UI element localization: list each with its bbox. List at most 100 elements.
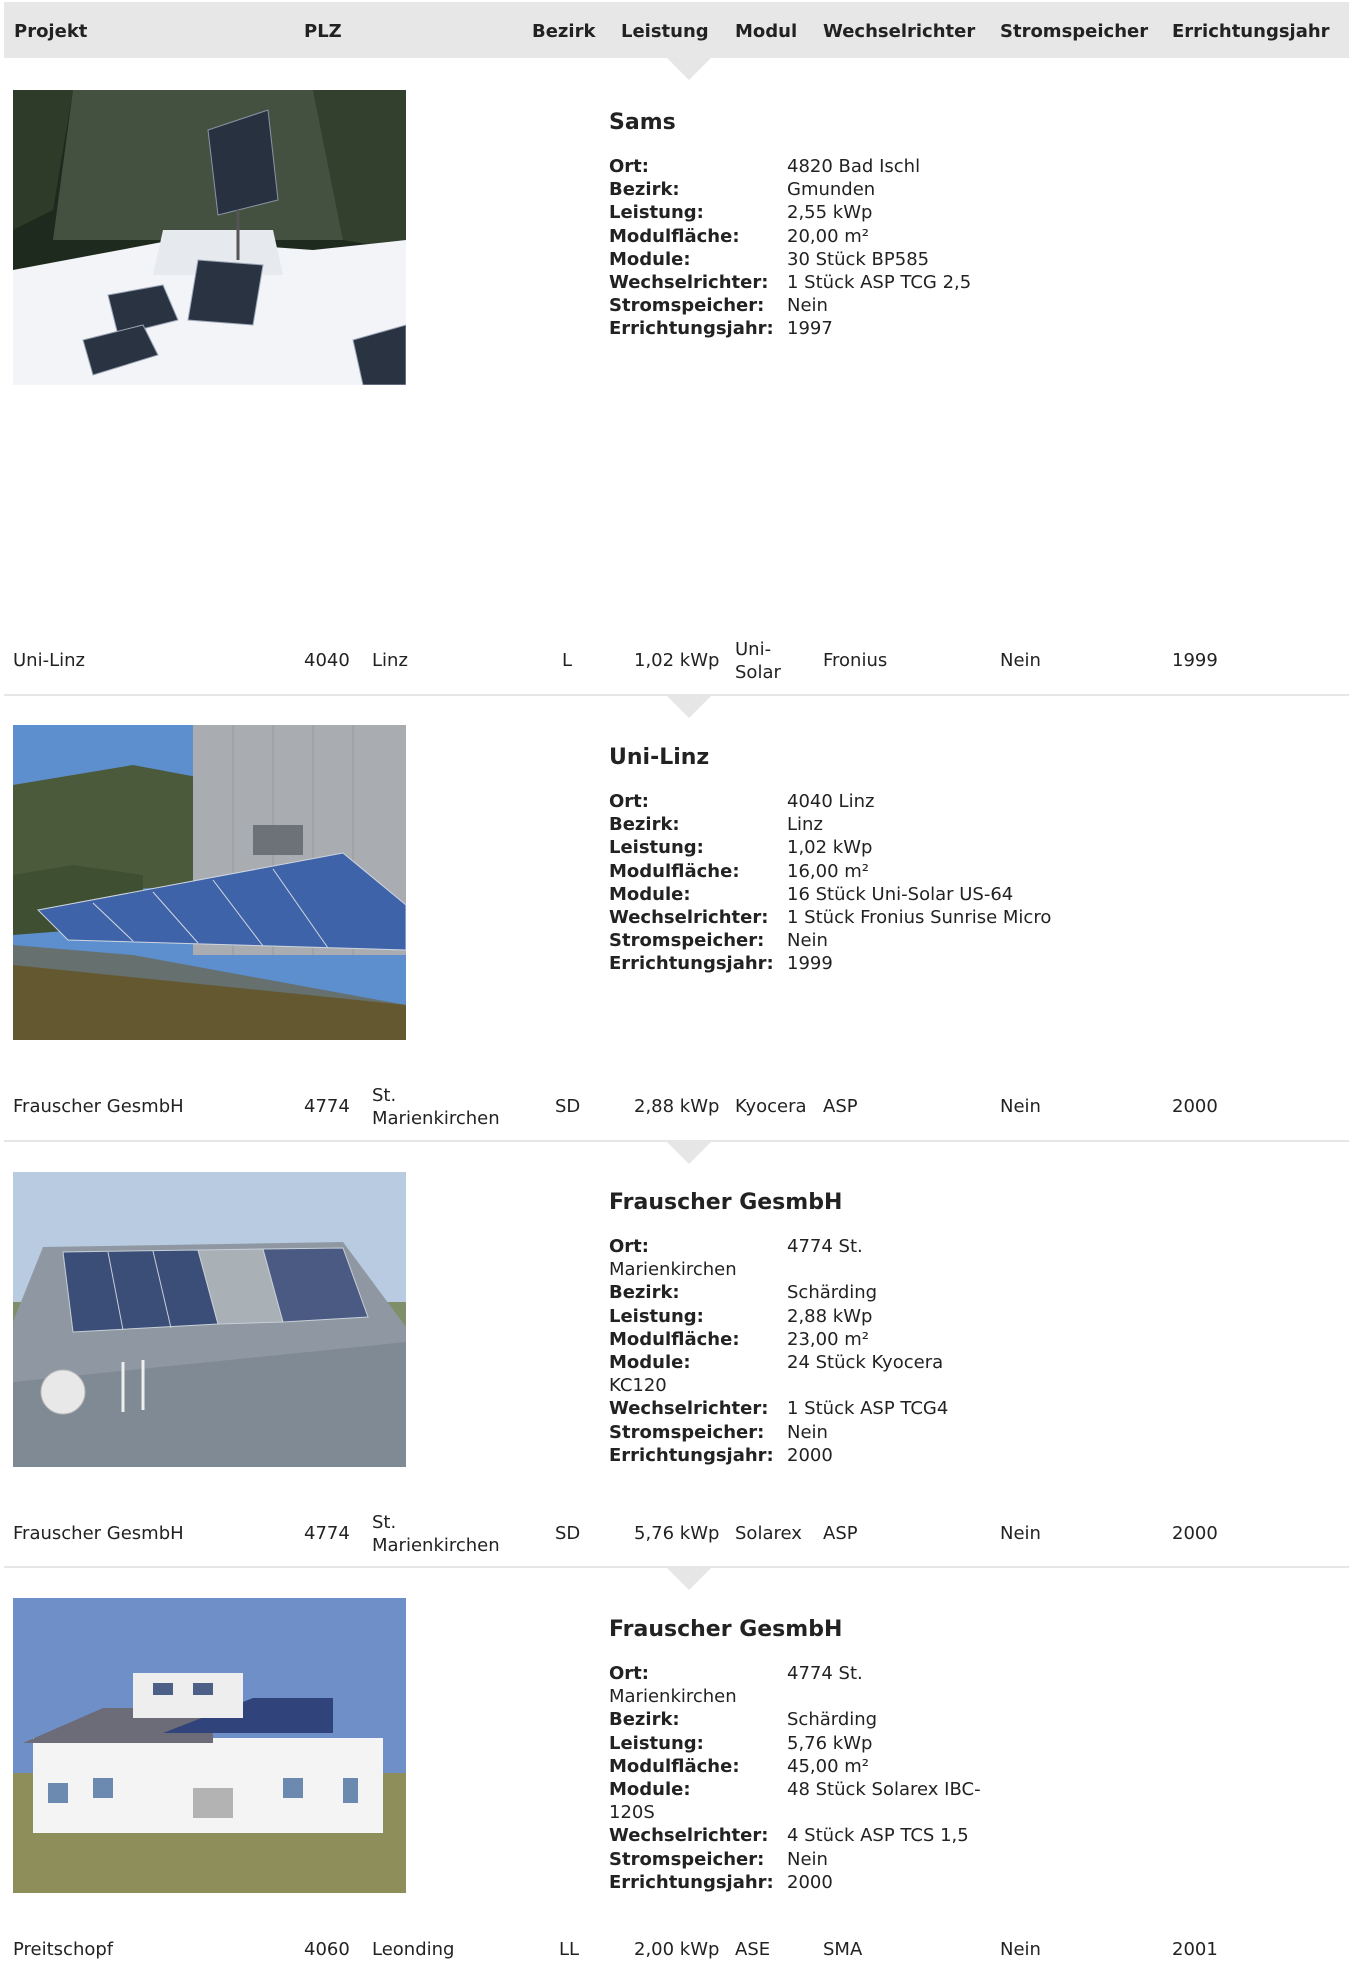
label-leistung: Leistung: (609, 837, 704, 859)
detail-wechselrichter: 4 Stück ASP TCS 1,5 (787, 1825, 969, 1847)
cell-plz: 4060 (304, 1939, 350, 1960)
detail-ort: Linz (838, 791, 875, 812)
label-errichtungsjahr: Errichtungsjahr: (609, 318, 774, 340)
project-photo (13, 1172, 406, 1467)
detail-plz: 4040 (787, 791, 833, 812)
detail-module: 16 Stück Uni-Solar US-64 (787, 883, 1014, 905)
cell-modul: ASE (735, 1939, 771, 1960)
project-photo (13, 90, 406, 385)
cell-wechselrichter: ASP (823, 1523, 858, 1544)
label-ort: Ort: (609, 1663, 649, 1684)
cell-modul: Uni-Solar (735, 639, 781, 683)
detail-bezirk: Linz (787, 814, 823, 836)
detail-leistung: 2,88 kWp (787, 1305, 873, 1327)
cell-leistung: 2,00 kWp (634, 1939, 720, 1960)
detail-modulflaeche: 16,00 m² (787, 860, 870, 882)
column-header-bezirk[interactable]: Bezirk (532, 21, 595, 42)
detail-leistung: 2,55 kWp (787, 202, 873, 224)
cell-stromspeicher: Nein (1000, 1939, 1041, 1960)
label-stromspeicher: Stromspeicher: (609, 930, 765, 952)
label-wechselrichter: Wechselrichter: (609, 1398, 769, 1420)
label-module: Module: (609, 1352, 691, 1374)
detail-stromspeicher: Nein (787, 930, 828, 952)
detail-leistung: 1,02 kWp (787, 837, 873, 859)
table-row[interactable]: Frauscher GesmbH 4774 St. Marienkirchen … (4, 1510, 1349, 1566)
column-header-errichtungsjahr[interactable]: Errichtungsjahr (1172, 21, 1330, 42)
cell-wechselrichter: ASP (823, 1096, 858, 1117)
cell-projekt: Frauscher GesmbH (13, 1523, 184, 1544)
expand-pointer-icon (667, 696, 711, 718)
cell-modul: Kyocera (735, 1096, 807, 1117)
label-modulflaeche: Modulfläche: (609, 860, 740, 882)
table-row[interactable]: Frauscher GesmbH 4774 St. Marienkirchen … (4, 1083, 1349, 1139)
project-detail: Frauscher GesmbH Ort: 4774 St. Marienkirc… (609, 1617, 1059, 1894)
detail-plz: 4820 (787, 156, 833, 177)
column-header-modul[interactable]: Modul (735, 21, 797, 42)
cell-errichtungsjahr: 2000 (1172, 1096, 1218, 1117)
cell-errichtungsjahr: 1999 (1172, 650, 1218, 671)
detail-stromspeicher: Nein (787, 295, 828, 317)
cell-leistung: 1,02 kWp (634, 650, 720, 671)
label-bezirk: Bezirk: (609, 1709, 680, 1731)
cell-ort: Leonding (372, 1939, 455, 1960)
label-wechselrichter: Wechselrichter: (609, 1825, 769, 1847)
column-header-plz[interactable]: PLZ (304, 21, 342, 42)
detail-plz: 4774 (787, 1236, 833, 1257)
column-header-wechselrichter[interactable]: Wechselrichter (823, 21, 975, 42)
cell-projekt: Frauscher GesmbH (13, 1096, 184, 1117)
cell-stromspeicher: Nein (1000, 1523, 1041, 1544)
detail-stromspeicher: Nein (787, 1421, 828, 1443)
detail-stromspeicher: Nein (787, 1848, 828, 1870)
cell-stromspeicher: Nein (1000, 650, 1041, 671)
detail-errichtungsjahr: 2000 (787, 1871, 833, 1893)
label-bezirk: Bezirk: (609, 179, 680, 201)
cell-ort: Linz (372, 650, 408, 671)
cell-errichtungsjahr: 2001 (1172, 1939, 1218, 1960)
label-modulflaeche: Modulfläche: (609, 1328, 740, 1350)
cell-ort: St. Marienkirchen (372, 1512, 500, 1556)
label-stromspeicher: Stromspeicher: (609, 295, 765, 317)
table-row[interactable]: Preitschopf 4060 Leonding LL 2,00 kWp AS… (4, 1932, 1349, 1963)
label-errichtungsjahr: Errichtungsjahr: (609, 1444, 774, 1466)
label-modulflaeche: Modulfläche: (609, 1755, 740, 1777)
detail-title: Sams (609, 110, 676, 135)
cell-bezirk: LL (559, 1939, 580, 1960)
cell-plz: 4040 (304, 650, 350, 671)
detail-bezirk: Gmunden (787, 179, 876, 201)
label-stromspeicher: Stromspeicher: (609, 1848, 765, 1870)
detail-modulflaeche: 45,00 m² (787, 1755, 870, 1777)
project-photo (13, 725, 406, 1040)
detail-bezirk: Schärding (787, 1709, 878, 1731)
column-header-projekt[interactable]: Projekt (14, 21, 87, 42)
project-detail: Uni-Linz Ort: 4040 Linz Bezirk: Linz Leist… (609, 745, 1059, 976)
detail-modulflaeche: 20,00 m² (787, 225, 870, 247)
detail-leistung: 5,76 kWp (787, 1732, 873, 1754)
detail-title: Uni-Linz (609, 745, 710, 770)
project-detail: Frauscher GesmbH Ort: 4774 St. Marienkirc… (609, 1190, 1059, 1467)
table-row[interactable]: Uni-Linz 4040 Linz L 1,02 kWp Uni-Solar … (4, 637, 1349, 693)
cell-modul: Solarex (735, 1523, 802, 1544)
project-detail: Sams Ort: 4820 Bad Ischl Bezirk: Gmunden L… (609, 110, 1059, 341)
label-leistung: Leistung: (609, 202, 704, 224)
cell-bezirk: SD (555, 1523, 581, 1544)
cell-projekt: Uni-Linz (13, 650, 85, 671)
label-errichtungsjahr: Errichtungsjahr: (609, 1871, 774, 1893)
cell-plz: 4774 (304, 1523, 350, 1544)
cell-wechselrichter: SMA (823, 1939, 863, 1960)
detail-wechselrichter: 1 Stück ASP TCG 2,5 (787, 272, 972, 294)
detail-errichtungsjahr: 1999 (787, 953, 833, 975)
label-errichtungsjahr: Errichtungsjahr: (609, 953, 774, 975)
cell-bezirk: SD (555, 1096, 581, 1117)
project-photo (13, 1598, 406, 1893)
table-header: Projekt PLZ Bezirk Leistung Modul Wechse… (4, 2, 1349, 58)
detail-bezirk: Schärding (787, 1282, 878, 1304)
label-wechselrichter: Wechselrichter: (609, 272, 769, 294)
cell-bezirk: L (562, 650, 573, 671)
label-ort: Ort: (609, 1236, 649, 1257)
column-header-leistung[interactable]: Leistung (621, 21, 709, 42)
cell-projekt: Preitschopf (13, 1939, 114, 1960)
cell-plz: 4774 (304, 1096, 350, 1117)
column-header-stromspeicher[interactable]: Stromspeicher (1000, 21, 1148, 42)
detail-ort: Bad Ischl (838, 156, 921, 177)
label-leistung: Leistung: (609, 1732, 704, 1754)
